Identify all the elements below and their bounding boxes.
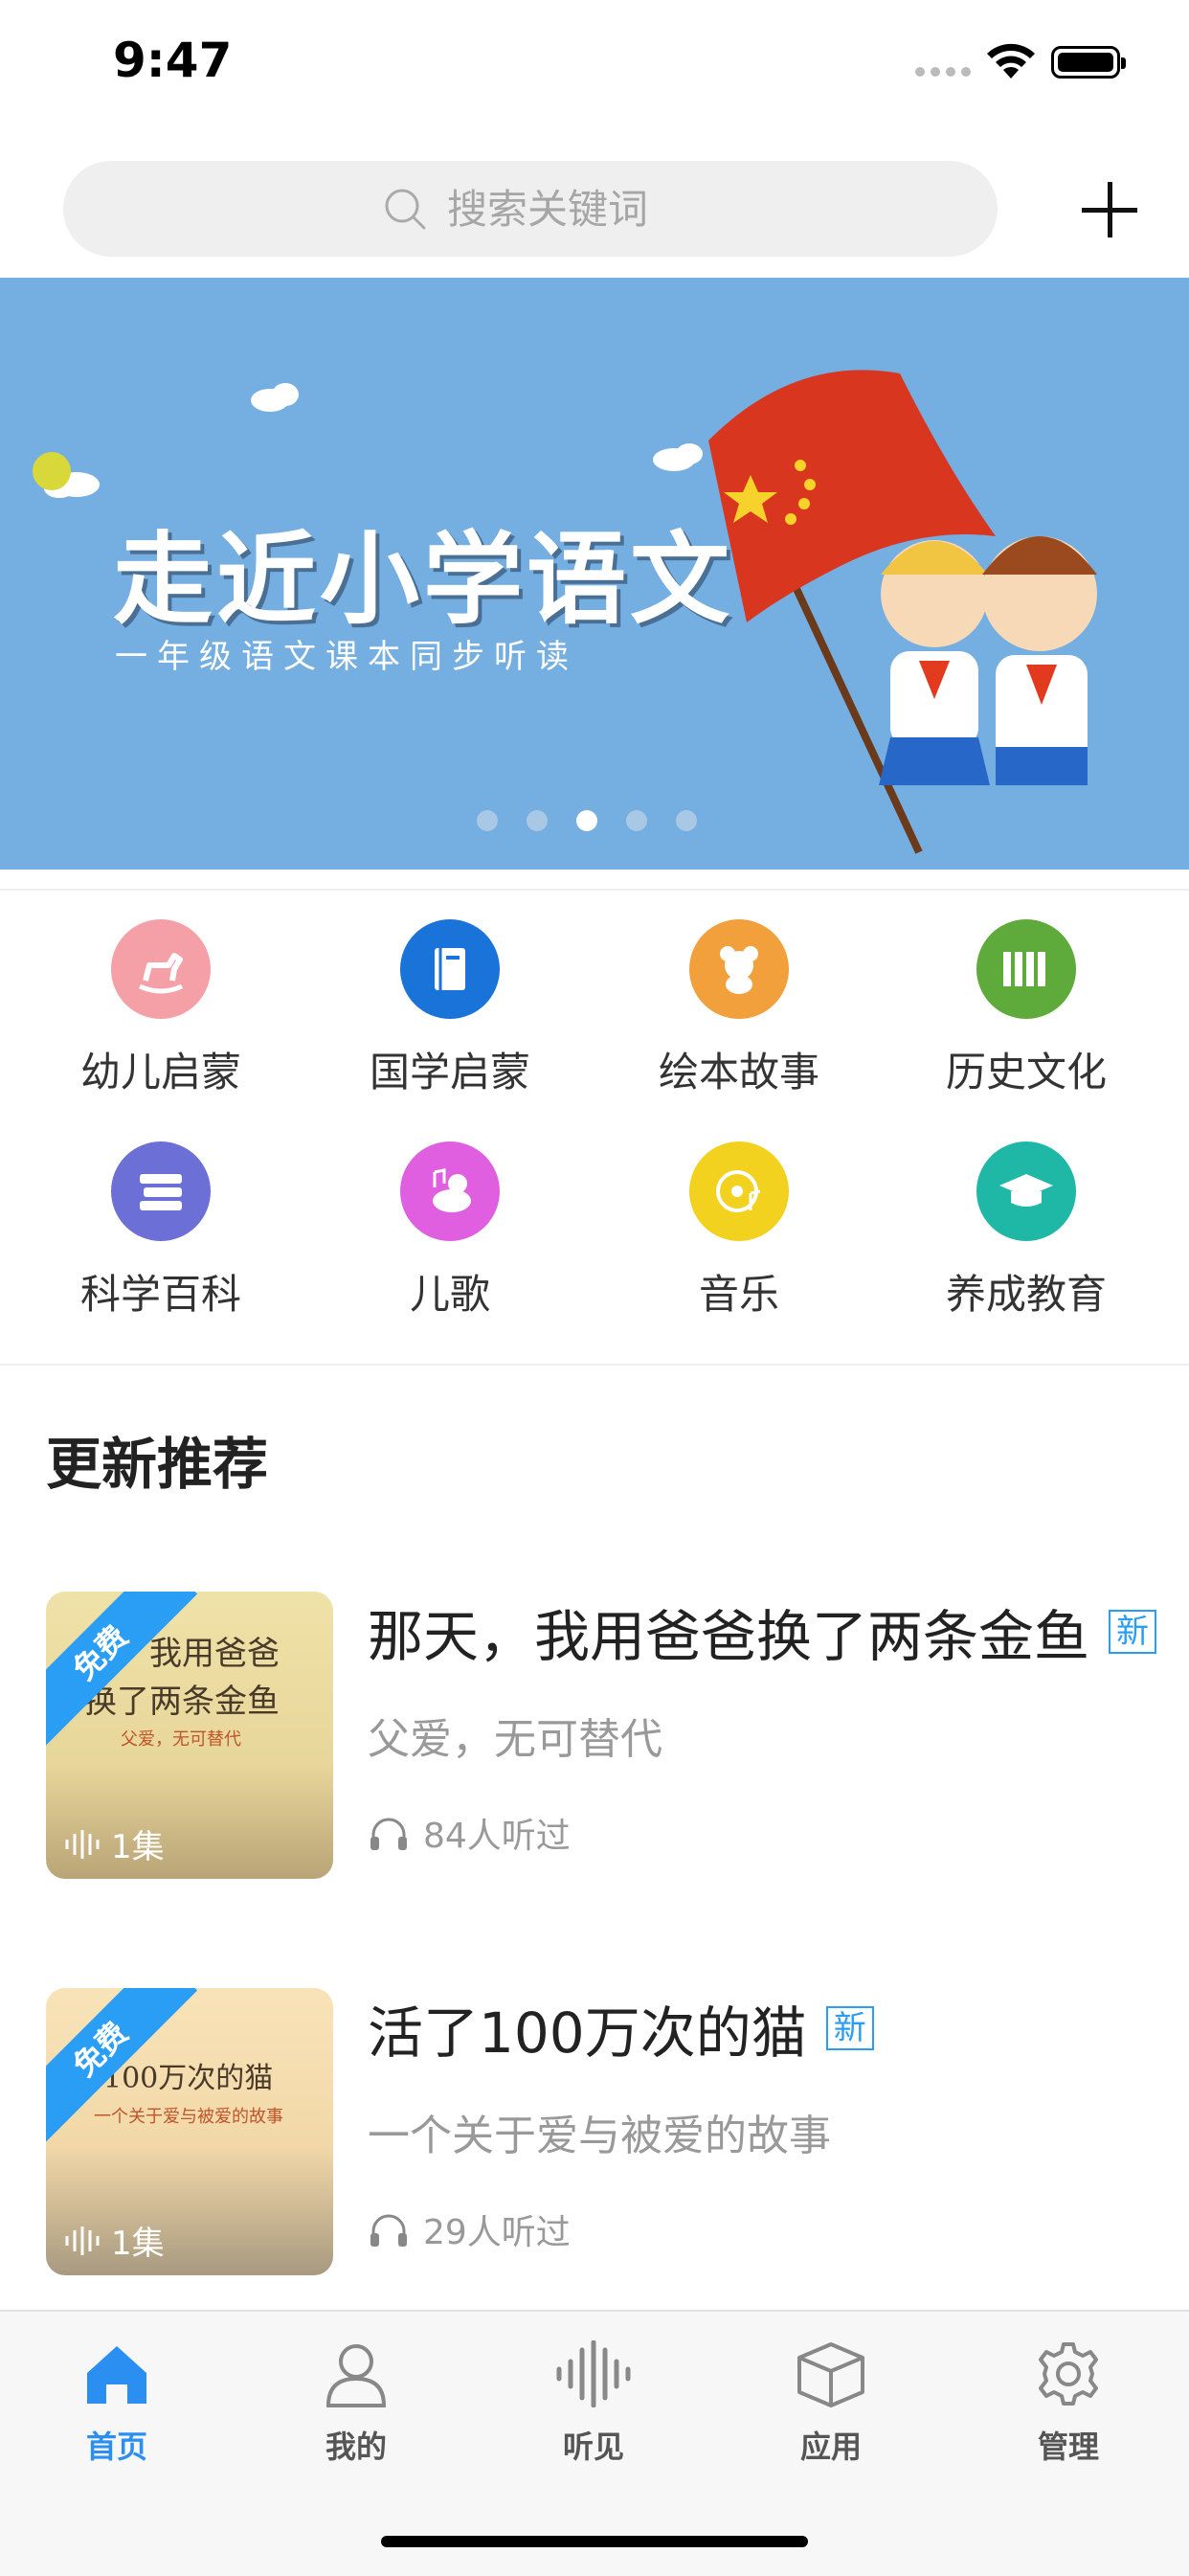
episode-count: 1集 (63, 2217, 165, 2264)
books-stack-icon (111, 1141, 211, 1241)
battery-icon (1051, 46, 1126, 79)
new-badge: 新 (1109, 1610, 1157, 1654)
category-item-kexue[interactable]: 科学百科 (17, 1141, 304, 1321)
item-title-row[interactable]: 那天，我用爸爸换了两条金鱼 新 (368, 1592, 1157, 1672)
category-label: 幼儿启蒙 (79, 1049, 241, 1096)
list-item[interactable]: 了100万次的猫 一个关于爱与被爱的故事 免费 1集 活了100万次的猫 新 一… (46, 1988, 1189, 2275)
category-label: 绘本故事 (658, 1049, 819, 1096)
duck-music-icon (400, 1141, 500, 1241)
tab-label: 应用 (799, 2429, 862, 2465)
search-icon (385, 189, 426, 230)
headphones-icon (370, 2214, 407, 2247)
new-badge: 新 (825, 2006, 874, 2050)
category-label: 音乐 (698, 1271, 779, 1318)
person-icon (325, 2344, 387, 2407)
category-label: 国学启蒙 (369, 1049, 530, 1096)
tab-label: 听见 (562, 2429, 624, 2465)
banner-carousel[interactable]: 走近小学语文 一年级语文课本同步听读 (0, 278, 1189, 870)
pager-dot[interactable] (477, 810, 498, 831)
headphones-icon (370, 1818, 407, 1850)
graduation-cap-icon (976, 1141, 1076, 1241)
play-count-label: 84人听过 (423, 1817, 571, 1856)
category-item-erge[interactable]: 儿歌 (306, 1141, 594, 1321)
bear-icon (689, 919, 789, 1019)
soundwave-icon (65, 1829, 100, 1859)
music-disc-icon (689, 1141, 789, 1241)
category-item-lishi[interactable]: 历史文化 (883, 919, 1170, 1098)
banner-subtitle: 一年级语文课本同步听读 (115, 638, 578, 676)
category-item-yangcheng[interactable]: 养成教育 (883, 1141, 1170, 1321)
cover-subtitle: 一个关于爱与被爱的故事 (94, 2107, 283, 2127)
category-label: 历史文化 (945, 1049, 1107, 1096)
divider (0, 1364, 1189, 1366)
item-title[interactable]: 活了100万次的猫 (368, 1988, 807, 2068)
episode-label: 1集 (111, 1828, 165, 1866)
tab-apps[interactable]: 应用 (735, 2340, 927, 2467)
play-count-label: 29人听过 (423, 2213, 571, 2252)
book-icon (400, 919, 500, 1019)
pager-dot[interactable] (626, 810, 647, 831)
list-item[interactable]: 天，我用爸爸 换了两条金鱼 父爱，无可替代 免费 1集 那天，我用爸爸换了两条金… (46, 1592, 1189, 1879)
cover-subtitle: 父爱，无可替代 (121, 1729, 241, 1750)
category-item-huiben[interactable]: 绘本故事 (595, 919, 883, 1098)
category-label: 儿歌 (409, 1271, 490, 1318)
cube-icon (797, 2342, 864, 2407)
category-label: 养成教育 (945, 1271, 1107, 1318)
search-bar[interactable] (63, 161, 998, 257)
category-item-youer[interactable]: 幼儿启蒙 (17, 919, 304, 1098)
category-grid: 幼儿启蒙 国学启蒙 绘本故事 历史文化 科学百科 儿歌 音乐 养成教育 (0, 919, 1189, 1360)
soundwave-icon (65, 2226, 100, 2255)
item-title-row[interactable]: 活了100万次的猫 新 (368, 1988, 874, 2068)
play-count: 84人听过 (368, 1808, 571, 1858)
item-subtitle: 一个关于爱与被爱的故事 (368, 2112, 831, 2160)
tab-mine[interactable]: 我的 (260, 2340, 452, 2467)
album-cover[interactable]: 天，我用爸爸 换了两条金鱼 父爱，无可替代 免费 1集 (46, 1592, 333, 1879)
pager-dot[interactable] (676, 810, 697, 831)
play-count: 29人听过 (368, 2204, 571, 2254)
wifi-icon (987, 43, 1035, 79)
item-title[interactable]: 那天，我用爸爸换了两条金鱼 (368, 1592, 1089, 1672)
tab-label: 我的 (325, 2429, 387, 2465)
add-button[interactable] (1078, 178, 1141, 241)
tab-label: 管理 (1037, 2429, 1099, 2465)
signal-icon (915, 67, 971, 77)
category-label: 科学百科 (79, 1271, 241, 1318)
soundwave-icon (556, 2339, 631, 2408)
pager-dot[interactable] (527, 810, 548, 831)
episode-label: 1集 (111, 2225, 165, 2263)
item-subtitle: 父爱，无可替代 (368, 1715, 662, 1764)
bamboo-slip-icon (976, 919, 1076, 1019)
pager-dot-active[interactable] (576, 810, 597, 831)
divider (0, 889, 1189, 891)
home-icon (87, 2346, 146, 2404)
category-item-yinyue[interactable]: 音乐 (595, 1141, 883, 1321)
tab-listen[interactable]: 听见 (498, 2339, 689, 2467)
rocking-horse-icon (111, 919, 211, 1019)
episode-count: 1集 (63, 1820, 165, 1867)
banner-title: 走近小学语文 (113, 521, 734, 638)
banner-pager[interactable] (477, 810, 697, 831)
status-time: 9:47 (113, 33, 233, 88)
category-item-guoxue[interactable]: 国学启蒙 (306, 919, 594, 1098)
gear-icon (1039, 2342, 1098, 2406)
search-input[interactable] (445, 184, 679, 234)
tab-label: 首页 (85, 2429, 147, 2465)
album-cover[interactable]: 了100万次的猫 一个关于爱与被爱的故事 免费 1集 (46, 1988, 333, 2275)
tab-home[interactable]: 首页 (21, 2340, 213, 2467)
tab-manage[interactable]: 管理 (973, 2340, 1164, 2467)
home-indicator (381, 2536, 808, 2547)
section-title: 更新推荐 (46, 1432, 269, 1497)
status-bar: 9:47 (0, 0, 1189, 134)
